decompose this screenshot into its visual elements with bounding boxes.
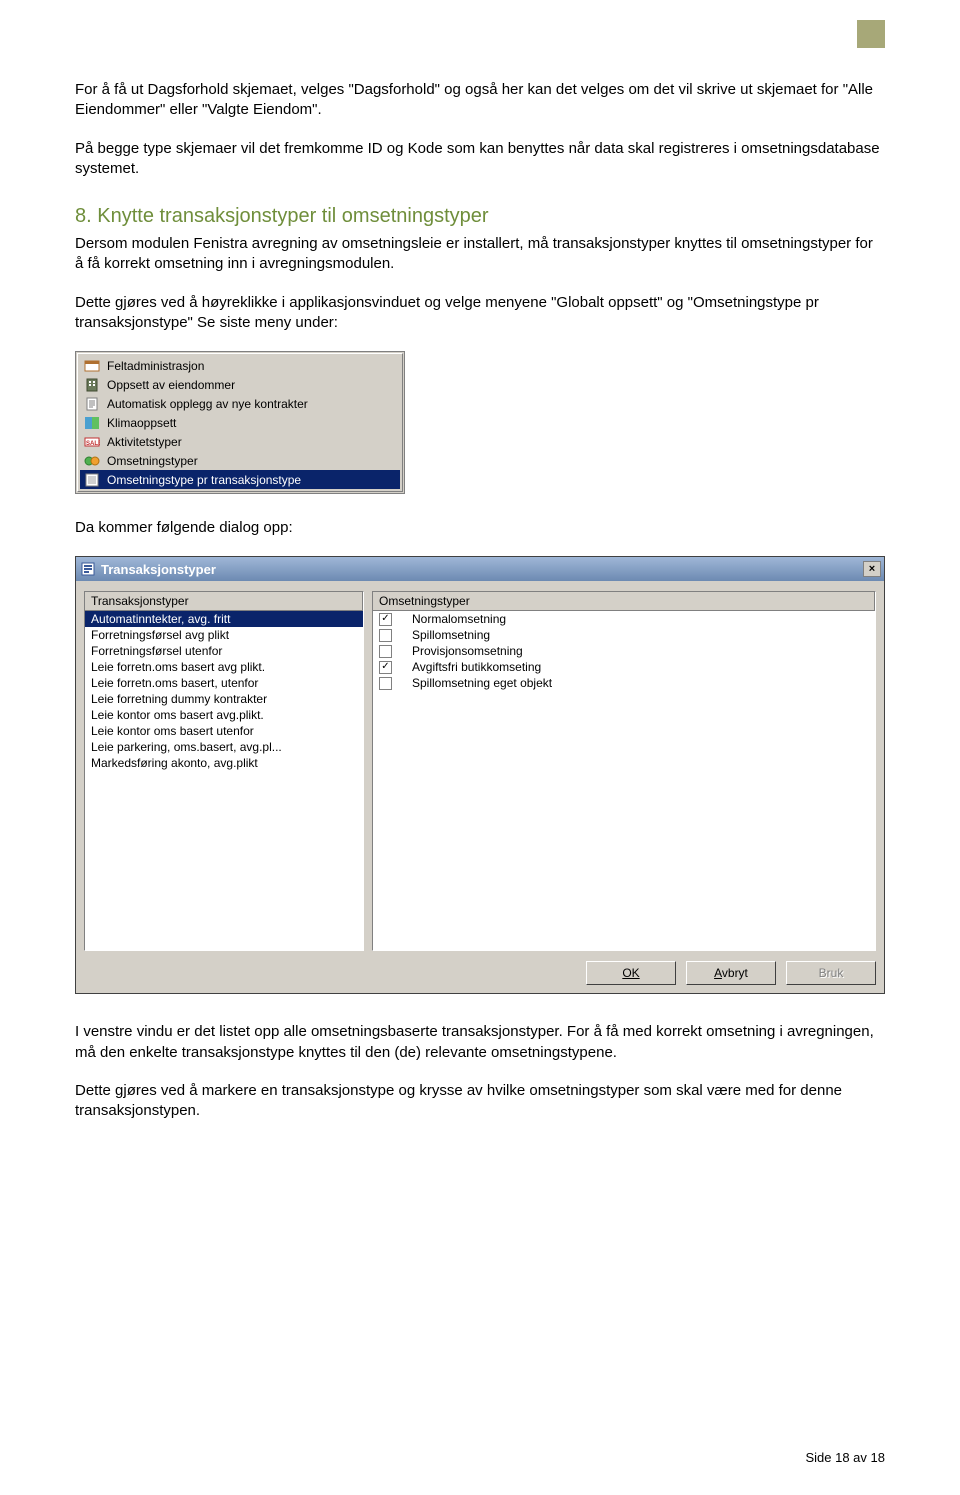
building-icon — [83, 377, 101, 393]
omsetningstyper-listbox[interactable]: Omsetningstyper ✓ Normalomsetning Spilloms… — [372, 591, 876, 951]
context-menu-label: Omsetningstyper — [107, 454, 198, 468]
context-menu: Feltadministrasjon Oppsett av eiendommer A… — [75, 351, 405, 494]
list-item[interactable]: Leie parkering, oms.basert, avg.pl... — [85, 739, 363, 755]
list-item[interactable]: Leie forretn.oms basert avg plikt. — [85, 659, 363, 675]
context-menu-item[interactable]: Omsetningstype pr transaksjonstype — [80, 470, 400, 489]
context-menu-item[interactable]: Automatisk opplegg av nye kontrakter — [80, 394, 400, 413]
list-item[interactable]: ✓ Avgiftsfri butikkomseting — [373, 659, 875, 675]
doc-icon — [83, 396, 101, 412]
context-menu-item[interactable]: Oppsett av eiendommer — [80, 375, 400, 394]
list-item[interactable]: Leie forretn.oms basert, utenfor — [85, 675, 363, 691]
section-heading-8: 8. Knytte transaksjonstyper til omsetnin… — [75, 205, 885, 228]
checkbox[interactable] — [379, 677, 392, 690]
klima-icon — [83, 415, 101, 431]
body-paragraph: I venstre vindu er det listet opp alle o… — [75, 1022, 885, 1063]
list-item[interactable]: Leie kontor oms basert avg.plikt. — [85, 707, 363, 723]
context-menu-item[interactable]: Omsetningstyper — [80, 451, 400, 470]
list-item[interactable]: Leie kontor oms basert utenfor — [85, 723, 363, 739]
context-menu-label: Omsetningstype pr transaksjonstype — [107, 473, 301, 487]
checkbox[interactable]: ✓ — [379, 613, 392, 626]
transaksjonstyper-dialog: Transaksjonstyper × Transaksjonstyper Au… — [75, 556, 885, 994]
checkbox[interactable] — [379, 645, 392, 658]
dialog-title: Transaksjonstyper — [101, 562, 863, 577]
list-item[interactable]: Forretningsførsel avg plikt — [85, 627, 363, 643]
context-menu-label: Aktivitetstyper — [107, 435, 182, 449]
context-menu-item[interactable]: Feltadministrasjon — [80, 356, 400, 375]
body-paragraph: Dette gjøres ved å markere en transaksjo… — [75, 1081, 885, 1122]
sheet-icon — [83, 472, 101, 488]
context-menu-item[interactable]: Klimaoppsett — [80, 413, 400, 432]
svg-text:SALE: SALE — [86, 441, 100, 447]
dialog-close-button[interactable]: × — [863, 561, 881, 577]
list-item[interactable]: Spillomsetning — [373, 627, 875, 643]
list-item[interactable]: Leie forretning dummy kontrakter — [85, 691, 363, 707]
list-item[interactable]: Provisjonsomsetning — [373, 643, 875, 659]
tag-icon — [83, 453, 101, 469]
transaksjonstyper-listbox[interactable]: Transaksjonstyper Automatinntekter, avg.… — [84, 591, 364, 951]
context-menu-item[interactable]: SALE Aktivitetstyper — [80, 432, 400, 451]
right-list-header: Omsetningstyper — [373, 592, 875, 611]
body-paragraph: Dette gjøres ved å høyreklikke i applika… — [75, 293, 885, 334]
cancel-button[interactable]: Avbryt — [686, 961, 776, 985]
list-item-label: Avgiftsfri butikkomseting — [412, 660, 541, 674]
list-item-label: Provisjonsomsetning — [412, 644, 523, 658]
context-menu-label: Automatisk opplegg av nye kontrakter — [107, 397, 308, 411]
context-menu-label: Klimaoppsett — [107, 416, 176, 430]
list-item[interactable]: Markedsføring akonto, avg.plikt — [85, 755, 363, 771]
checkbox[interactable]: ✓ — [379, 661, 392, 674]
list-item[interactable]: ✓ Normalomsetning — [373, 611, 875, 627]
card-icon — [83, 358, 101, 374]
list-item-label: Spillomsetning — [412, 628, 490, 642]
page-footer: Side 18 av 18 — [805, 1450, 885, 1465]
dialog-icon — [80, 561, 96, 577]
checkbox[interactable] — [379, 629, 392, 642]
body-paragraph: Dersom modulen Fenistra avregning av oms… — [75, 234, 885, 275]
left-list-header: Transaksjonstyper — [85, 592, 363, 611]
list-item-label: Normalomsetning — [412, 612, 506, 626]
body-paragraph: På begge type skjemaer vil det fremkomme… — [75, 139, 885, 180]
list-item-label: Spillomsetning eget objekt — [412, 676, 552, 690]
apply-button: Bruk — [786, 961, 876, 985]
dialog-titlebar[interactable]: Transaksjonstyper × — [76, 557, 884, 581]
list-item[interactable]: Spillomsetning eget objekt — [373, 675, 875, 691]
list-item[interactable]: Forretningsførsel utenfor — [85, 643, 363, 659]
page-accent-box — [857, 20, 885, 48]
list-item[interactable]: Automatinntekter, avg. fritt — [85, 611, 363, 627]
body-paragraph: Da kommer følgende dialog opp: — [75, 518, 885, 538]
body-paragraph: For å få ut Dagsforhold skjemaet, velges… — [75, 80, 885, 121]
context-menu-label: Feltadministrasjon — [107, 359, 204, 373]
context-menu-label: Oppsett av eiendommer — [107, 378, 235, 392]
ok-button[interactable]: OK — [586, 961, 676, 985]
sale-icon: SALE — [83, 434, 101, 450]
